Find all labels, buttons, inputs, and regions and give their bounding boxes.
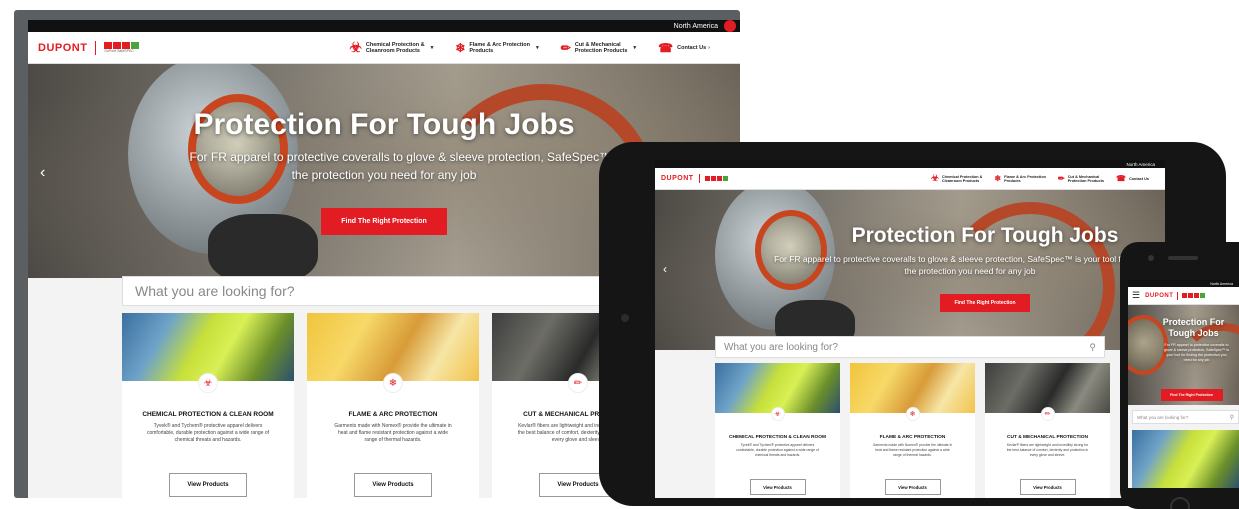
nav-item-contact[interactable]: ☎ Contact Us › [658, 41, 710, 55]
main-nav: ☰ DUPONT [1128, 287, 1239, 305]
main-nav: DUPONT ☣ Chemical Protection & Cleanroom … [655, 168, 1165, 190]
view-products-button[interactable]: View Products [354, 473, 432, 497]
card-chemical[interactable]: ☣ CHEMICAL PROTECTION & CLEAN ROOM Tyvek… [715, 363, 840, 498]
card-image [1132, 430, 1239, 488]
find-protection-button[interactable]: Find The Right Protection [321, 208, 447, 235]
card-image [122, 313, 294, 381]
nav-item-cut[interactable]: ✏ Cut & Mechanical Protection Products ▾ [561, 41, 636, 55]
blade-icon: ✏ [560, 40, 571, 55]
nav-item-contact[interactable]: ☎ Contact Us [1116, 174, 1149, 183]
search-input[interactable]: What you are looking for? ⚲ [715, 336, 1105, 358]
flame-icon: ❄ [455, 40, 466, 55]
category-cards: ☣ CHEMICAL PROTECTION & CLEAN ROOM Tyvek… [715, 363, 1110, 498]
contact-icon: ☎ [658, 40, 674, 55]
phone-camera [1148, 255, 1154, 261]
region-selector[interactable]: North America [674, 23, 718, 30]
phone-speaker [1168, 256, 1198, 260]
safespec-logo: DuPont SafeSPEC [104, 42, 140, 53]
chevron-down-icon: ▾ [633, 44, 637, 51]
search-icon[interactable]: ⚲ [1230, 414, 1234, 421]
top-strip: North America [28, 20, 740, 32]
card-flame[interactable]: ❄ FLAME & ARC PROTECTION Garments made w… [850, 363, 975, 498]
flame-icon: ❄ [383, 373, 403, 393]
tablet-site: North America DUPONT ☣ Chemical Protecti… [655, 160, 1165, 498]
carousel-prev-arrow[interactable]: ‹ [40, 164, 45, 182]
view-products-button[interactable]: View Products [169, 473, 247, 497]
chevron-down-icon: ▾ [536, 44, 539, 51]
find-protection-button[interactable]: Find The Right Protection [1160, 389, 1223, 401]
chemical-suit-icon: ☣ [198, 373, 218, 393]
nav-item-flame[interactable]: ❄ Flame & Arc Protection Products ▾ [455, 41, 538, 55]
hero-banner: Protection For Tough Jobs For FR apparel… [1128, 305, 1239, 405]
top-strip: North America [655, 160, 1165, 168]
card-chemical[interactable]: ☣ CHEMICAL PROTECTION & CLEAN ROOM Tyvek… [122, 313, 294, 498]
card-image [307, 313, 479, 381]
search-icon[interactable]: ⚲ [1089, 342, 1096, 353]
hamburger-icon[interactable]: ☰ [1132, 290, 1140, 301]
chevron-down-icon: ▾ [430, 44, 434, 51]
safespec-logo [704, 176, 728, 181]
carousel-prev-arrow[interactable]: ‹ [663, 262, 667, 276]
phone-home-button[interactable] [1170, 497, 1190, 509]
globe-icon[interactable] [724, 20, 736, 32]
phone-frame: North America ☰ DUPONT Protection For To… [1120, 242, 1239, 509]
nav-item-chemical[interactable]: ☣ Chemical Protection & Cleanroom Product… [931, 173, 983, 184]
hero-title: Protection For Tough Jobs [193, 108, 575, 141]
nav-item-chemical[interactable]: ☣ Chemical Protection & Cleanroom Product… [349, 39, 433, 56]
hero-banner: Protection For Tough Jobs For FR apparel… [655, 190, 1165, 350]
dupont-logo[interactable]: DUPONT [661, 174, 728, 183]
nav-item-cut[interactable]: ✏ Cut & Mechanical Protection Products [1058, 174, 1104, 183]
nav-item-flame[interactable]: ❄ Flame & Arc Protection Products [994, 174, 1046, 183]
card-flame[interactable]: ❄ FLAME & ARC PROTECTION Garments made w… [307, 313, 479, 498]
phone-site: North America ☰ DUPONT Protection For To… [1128, 280, 1239, 488]
chemical-suit-icon: ☣ [349, 39, 362, 55]
main-nav: DUPONT DuPont SafeSPEC ☣ Chemical Protec… [28, 32, 740, 64]
dupont-logo[interactable]: DUPONT DuPont SafeSPEC [38, 40, 140, 55]
card-cut[interactable]: ✏ CUT & MECHANICAL PROTECTION Kevlar® fi… [985, 363, 1110, 498]
blade-icon: ✏ [568, 373, 588, 393]
category-cards: ☣ CHEMICAL PROTECTION & CLEAN ROOM Tyvek… [122, 313, 664, 498]
find-protection-button[interactable]: Find The Right Protection [940, 294, 1030, 312]
search-input[interactable]: What you are looking for? ⚲ [1132, 410, 1239, 424]
devices-mockup: North America DUPONT DuPont SafeSPEC ☣ C… [0, 0, 1239, 509]
tablet-camera [621, 314, 629, 322]
